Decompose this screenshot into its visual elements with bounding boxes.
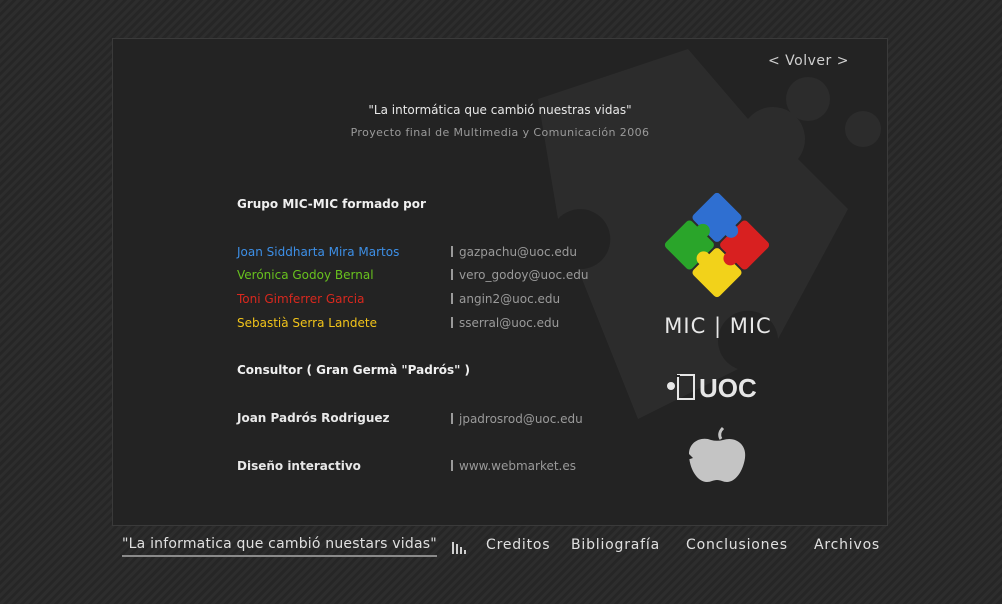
footer-bar: "La informatica que cambió nuestars vida… (0, 536, 1002, 566)
member-name: Joan Siddharta Mira Martos (237, 245, 400, 259)
separator-bar (451, 413, 453, 424)
project-subtitle: Proyecto final de Multimedia y Comunicac… (350, 126, 650, 139)
uoc-logo: UOC (667, 373, 757, 402)
member-email-text: vero_godoy@uoc.edu (459, 268, 589, 282)
member-name: Sebastià Serra Landete (237, 316, 377, 330)
nav-creditos[interactable]: Creditos (486, 537, 550, 553)
consultant-email-text: jpadrosrod@uoc.edu (459, 412, 583, 426)
separator-bar (451, 293, 453, 304)
design-site-text: www.webmarket.es (459, 459, 577, 473)
nav-conclusiones[interactable]: Conclusiones (686, 537, 788, 553)
footer-title-link[interactable]: "La informatica que cambió nuestars vida… (122, 536, 437, 557)
nav-bibliografia[interactable]: Bibliografía (571, 537, 660, 553)
uoc-logo-text: UOC (699, 373, 757, 402)
member-name: Verónica Godoy Bernal (237, 268, 374, 282)
separator-bar (451, 317, 453, 328)
project-quote-title: "La intormática que cambió nuestras vida… (368, 103, 632, 117)
member-email[interactable]: gazpachu@uoc.edu (451, 245, 577, 259)
mic-logo-text: MIC | MIC (664, 314, 772, 338)
puzzle-logo-icon (664, 192, 770, 298)
design-label: Diseño interactivo (237, 459, 361, 473)
separator-bar (451, 246, 453, 257)
design-site-link[interactable]: www.webmarket.es (451, 459, 576, 473)
member-email-text: gazpachu@uoc.edu (459, 245, 578, 259)
group-heading: Grupo MIC-MIC formado por (237, 197, 426, 211)
member-email-text: sserral@uoc.edu (459, 316, 560, 330)
apple-icon (687, 426, 746, 482)
member-email-text: angin2@uoc.edu (459, 292, 561, 306)
nav-archivos[interactable]: Archivos (814, 537, 880, 553)
consultant-email[interactable]: jpadrosrod@uoc.edu (451, 412, 583, 426)
bars-icon[interactable] (452, 542, 468, 554)
member-email[interactable]: sserral@uoc.edu (451, 316, 559, 330)
credits-panel: < Volver > "La intormática que cambió nu… (112, 38, 888, 526)
separator-bar (451, 460, 453, 471)
consultant-name: Joan Padrós Rodriguez (237, 411, 390, 425)
member-email[interactable]: vero_godoy@uoc.edu (451, 268, 588, 282)
member-email[interactable]: angin2@uoc.edu (451, 292, 560, 306)
consultant-heading: Consultor ( Gran Germà "Padrós" ) (237, 363, 471, 377)
back-link[interactable]: < Volver > (768, 53, 849, 69)
separator-bar (451, 269, 453, 280)
member-name: Toni Gimferrer Garcia (237, 292, 365, 306)
